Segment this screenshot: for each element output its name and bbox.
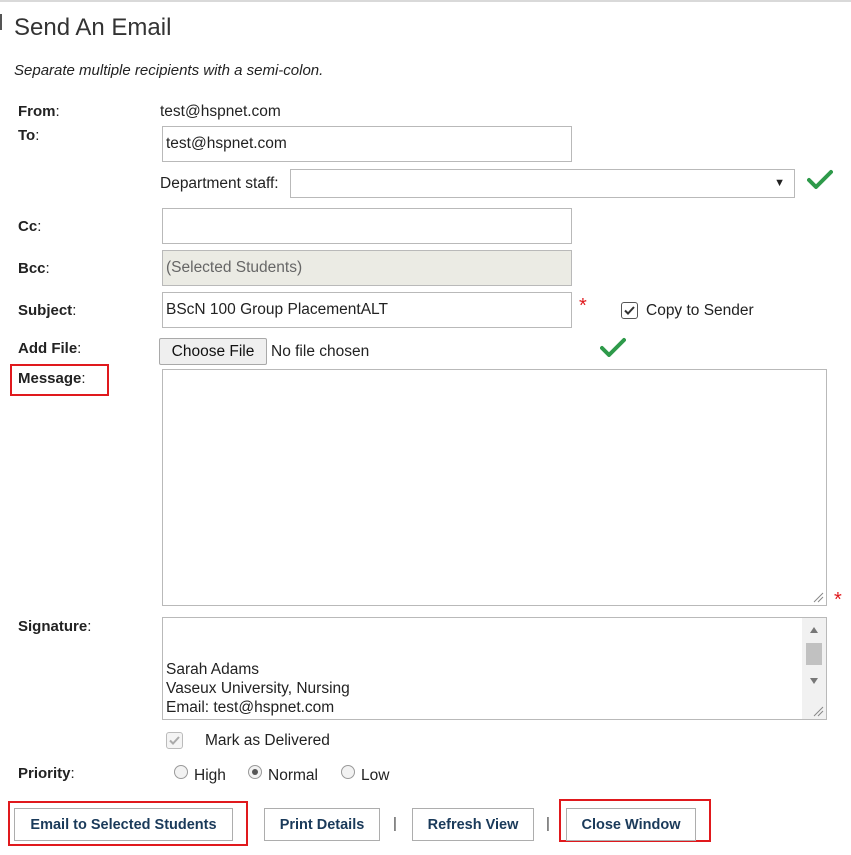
message-textarea[interactable] bbox=[162, 369, 827, 606]
triangle-down-icon: ▼ bbox=[774, 177, 785, 189]
signature-label: Signature: bbox=[18, 618, 92, 635]
checkmark-icon bbox=[600, 337, 626, 357]
priority-high-label: High bbox=[194, 767, 226, 784]
signature-line: Sarah Adams bbox=[166, 661, 260, 678]
department-select[interactable]: ▼ bbox=[290, 169, 795, 198]
mark-delivered-label: Mark as Delivered bbox=[205, 732, 330, 749]
resize-grip-icon[interactable] bbox=[813, 592, 824, 603]
signature-textarea[interactable]: Sarah Adams Vaseux University, Nursing E… bbox=[162, 617, 827, 720]
department-label: Department staff: bbox=[160, 175, 279, 192]
top-border bbox=[0, 0, 851, 2]
priority-high-radio[interactable] bbox=[174, 765, 188, 779]
scroll-up-icon[interactable] bbox=[810, 627, 818, 633]
window-edge bbox=[0, 14, 2, 30]
scroll-thumb[interactable] bbox=[806, 643, 822, 665]
signature-scrollbar[interactable] bbox=[802, 618, 826, 719]
scroll-down-icon[interactable] bbox=[810, 678, 818, 684]
signature-line: Vaseux University, Nursing bbox=[166, 680, 350, 697]
to-input[interactable]: test@hspnet.com bbox=[162, 126, 572, 162]
email-selected-students-button[interactable]: Email to Selected Students bbox=[14, 808, 233, 841]
mark-delivered-checkbox bbox=[166, 732, 183, 749]
message-required-marker: * bbox=[834, 589, 842, 611]
instruction-text: Separate multiple recipients with a semi… bbox=[14, 62, 324, 79]
copy-to-sender-label: Copy to Sender bbox=[646, 302, 754, 319]
priority-low-radio[interactable] bbox=[341, 765, 355, 779]
choose-file-button[interactable]: Choose File bbox=[159, 338, 267, 365]
copy-to-sender-checkbox[interactable] bbox=[621, 302, 638, 319]
from-label: From: bbox=[18, 103, 60, 120]
priority-normal-radio[interactable] bbox=[248, 765, 262, 779]
bcc-label: Bcc: bbox=[18, 260, 50, 277]
checkbox-check-icon bbox=[624, 306, 635, 315]
page-title: Send An Email bbox=[14, 14, 172, 41]
resize-grip-icon[interactable] bbox=[813, 706, 824, 717]
cc-label: Cc: bbox=[18, 218, 42, 235]
from-value: test@hspnet.com bbox=[160, 103, 281, 120]
add-file-label: Add File: bbox=[18, 340, 82, 357]
message-label: Message: bbox=[18, 370, 86, 387]
print-details-button[interactable]: Print Details bbox=[264, 808, 380, 841]
cc-input[interactable] bbox=[162, 208, 572, 244]
checkmark-icon bbox=[807, 169, 833, 189]
priority-low-label: Low bbox=[361, 767, 390, 784]
checkbox-check-icon bbox=[169, 736, 180, 745]
subject-input[interactable]: BScN 100 Group PlacementALT bbox=[162, 292, 572, 328]
close-window-button[interactable]: Close Window bbox=[566, 808, 696, 841]
subject-required-marker: * bbox=[579, 295, 587, 317]
subject-label: Subject: bbox=[18, 302, 77, 319]
bcc-input: (Selected Students) bbox=[162, 250, 572, 286]
button-separator: | bbox=[393, 815, 397, 832]
refresh-view-button[interactable]: Refresh View bbox=[412, 808, 534, 841]
priority-label: Priority: bbox=[18, 765, 75, 782]
button-separator: | bbox=[546, 815, 550, 832]
priority-normal-label: Normal bbox=[268, 767, 318, 784]
to-label: To: bbox=[18, 127, 40, 144]
file-status: No file chosen bbox=[271, 343, 370, 360]
signature-line: Email: test@hspnet.com bbox=[166, 699, 335, 716]
